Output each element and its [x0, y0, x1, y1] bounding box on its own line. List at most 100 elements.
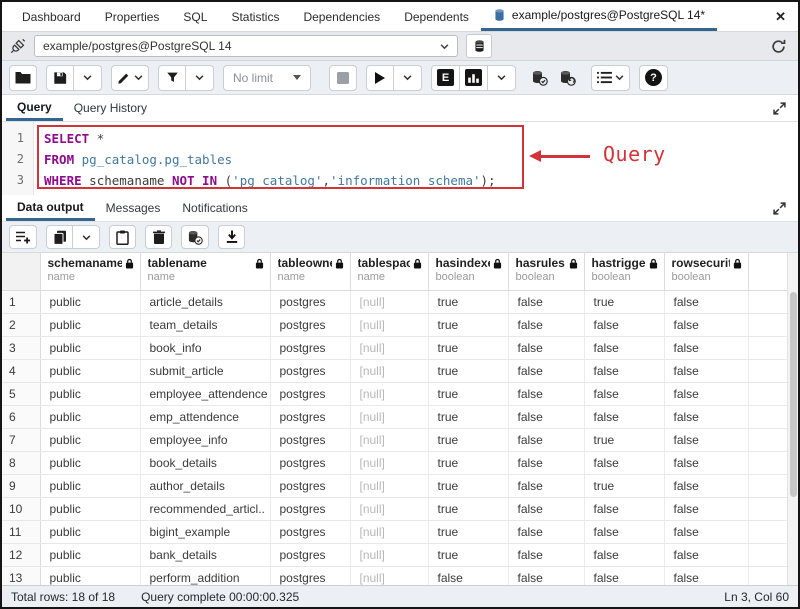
row-number[interactable]: 6 [2, 405, 40, 428]
grid-cell[interactable]: [null] [350, 313, 428, 336]
grid-cell[interactable]: emp_attendence [140, 405, 270, 428]
explain-analyze-button[interactable] [460, 65, 488, 91]
grid-cell[interactable]: false [508, 474, 584, 497]
execute-menu-chevron-icon[interactable] [394, 65, 422, 91]
grid-cell[interactable]: [null] [350, 497, 428, 520]
add-row-button[interactable] [9, 225, 37, 249]
grid-cell[interactable]: false [664, 336, 748, 359]
grid-cell[interactable]: recommended_articl.. [140, 497, 270, 520]
row-number[interactable]: 1 [2, 290, 40, 313]
grid-cell[interactable]: [null] [350, 290, 428, 313]
grid-cell[interactable]: true [428, 474, 508, 497]
cancel-query-button[interactable] [329, 65, 357, 91]
tab-query-history[interactable]: Query History [63, 95, 158, 121]
column-header-hasrules[interactable]: hasrulesboolean [508, 253, 584, 290]
grid-cell[interactable]: false [664, 382, 748, 405]
grid-cell[interactable]: postgres [270, 520, 350, 543]
grid-cell[interactable]: true [428, 382, 508, 405]
grid-cell[interactable]: [null] [350, 405, 428, 428]
column-header-tablename[interactable]: tablenamename [140, 253, 270, 290]
grid-cell[interactable]: [null] [350, 336, 428, 359]
editor-code[interactable]: SELECT *FROM pg_catalog.pg_tablesWHERE s… [34, 122, 798, 195]
save-file-button[interactable] [46, 65, 74, 91]
tab-query[interactable]: Query [6, 95, 63, 121]
filter-menu-chevron-icon[interactable] [186, 65, 214, 91]
grid-cell[interactable]: true [584, 290, 664, 313]
delete-row-button[interactable] [145, 225, 172, 249]
tab-sql[interactable]: SQL [171, 2, 219, 31]
grid-cell[interactable]: postgres [270, 405, 350, 428]
grid-cell[interactable]: public [40, 428, 140, 451]
grid-cell[interactable]: employee_attendence [140, 382, 270, 405]
grid-cell[interactable]: false [584, 405, 664, 428]
edit-menu-button[interactable] [111, 65, 149, 91]
grid-cell[interactable]: true [428, 290, 508, 313]
grid-cell[interactable]: false [508, 428, 584, 451]
grid-cell[interactable]: false [664, 497, 748, 520]
explain-button[interactable]: E [431, 65, 460, 91]
code-line[interactable]: FROM pg_catalog.pg_tables [44, 149, 798, 170]
tab-notifications[interactable]: Notifications [171, 195, 258, 221]
copy-button[interactable] [46, 225, 73, 249]
row-number[interactable]: 3 [2, 336, 40, 359]
grid-cell[interactable]: [null] [350, 428, 428, 451]
download-results-button[interactable] [218, 225, 245, 249]
expand-editor-icon[interactable] [773, 95, 786, 121]
grid-cell[interactable]: false [508, 382, 584, 405]
grid-cell[interactable]: true [428, 497, 508, 520]
grid-cell[interactable]: false [664, 566, 748, 585]
grid-cell[interactable]: employee_info [140, 428, 270, 451]
grid-cell[interactable]: true [428, 451, 508, 474]
grid-cell[interactable]: [null] [350, 474, 428, 497]
grid-cell[interactable]: postgres [270, 543, 350, 566]
grid-cell[interactable]: public [40, 290, 140, 313]
macros-menu-button[interactable] [591, 65, 630, 91]
grid-cell[interactable]: postgres [270, 336, 350, 359]
grid-cell[interactable]: false [584, 566, 664, 585]
connection-selector[interactable]: example/postgres@PostgreSQL 14 [34, 35, 458, 57]
grid-cell[interactable]: false [508, 313, 584, 336]
tab-statistics[interactable]: Statistics [219, 2, 291, 31]
save-menu-chevron-icon[interactable] [74, 65, 102, 91]
new-connection-button[interactable] [466, 34, 492, 58]
grid-cell[interactable]: postgres [270, 382, 350, 405]
grid-cell[interactable]: bigint_example [140, 520, 270, 543]
row-number[interactable]: 2 [2, 313, 40, 336]
sql-editor[interactable]: 123 SELECT *FROM pg_catalog.pg_tablesWHE… [2, 122, 798, 195]
row-number[interactable]: 5 [2, 382, 40, 405]
rollback-button[interactable] [554, 65, 582, 91]
row-limit-select[interactable]: No limit [223, 65, 311, 91]
grid-cell[interactable]: public [40, 382, 140, 405]
grid-cell[interactable]: public [40, 313, 140, 336]
grid-cell[interactable]: postgres [270, 313, 350, 336]
grid-cell[interactable]: [null] [350, 359, 428, 382]
grid-cell[interactable]: false [428, 566, 508, 585]
open-file-button[interactable] [9, 65, 37, 91]
grid-cell[interactable]: team_details [140, 313, 270, 336]
tab-messages[interactable]: Messages [95, 195, 172, 221]
grid-cell[interactable]: false [664, 520, 748, 543]
grid-cell[interactable]: false [584, 543, 664, 566]
save-data-changes-button[interactable] [181, 225, 209, 249]
grid-cell[interactable]: false [584, 336, 664, 359]
grid-cell[interactable]: false [584, 313, 664, 336]
tab-dashboard[interactable]: Dashboard [10, 2, 93, 31]
grid-cell[interactable]: [null] [350, 520, 428, 543]
grid-cell[interactable]: false [584, 451, 664, 474]
grid-cell[interactable]: true [428, 520, 508, 543]
tab-data-output[interactable]: Data output [6, 195, 95, 221]
row-number[interactable]: 12 [2, 543, 40, 566]
row-number[interactable]: 11 [2, 520, 40, 543]
grid-cell[interactable]: public [40, 566, 140, 585]
tab-dependents[interactable]: Dependents [392, 2, 481, 31]
grid-cell[interactable]: public [40, 543, 140, 566]
grid-cell[interactable]: bank_details [140, 543, 270, 566]
grid-cell[interactable]: postgres [270, 474, 350, 497]
expand-output-icon[interactable] [773, 195, 786, 221]
code-line[interactable]: WHERE schemaname NOT IN ('pg_catalog','i… [44, 170, 798, 191]
grid-cell[interactable]: true [584, 428, 664, 451]
grid-cell[interactable]: author_details [140, 474, 270, 497]
paste-button[interactable] [109, 225, 136, 249]
column-header-hastriggers[interactable]: hastriggersboolean [584, 253, 664, 290]
grid-cell[interactable]: false [584, 359, 664, 382]
